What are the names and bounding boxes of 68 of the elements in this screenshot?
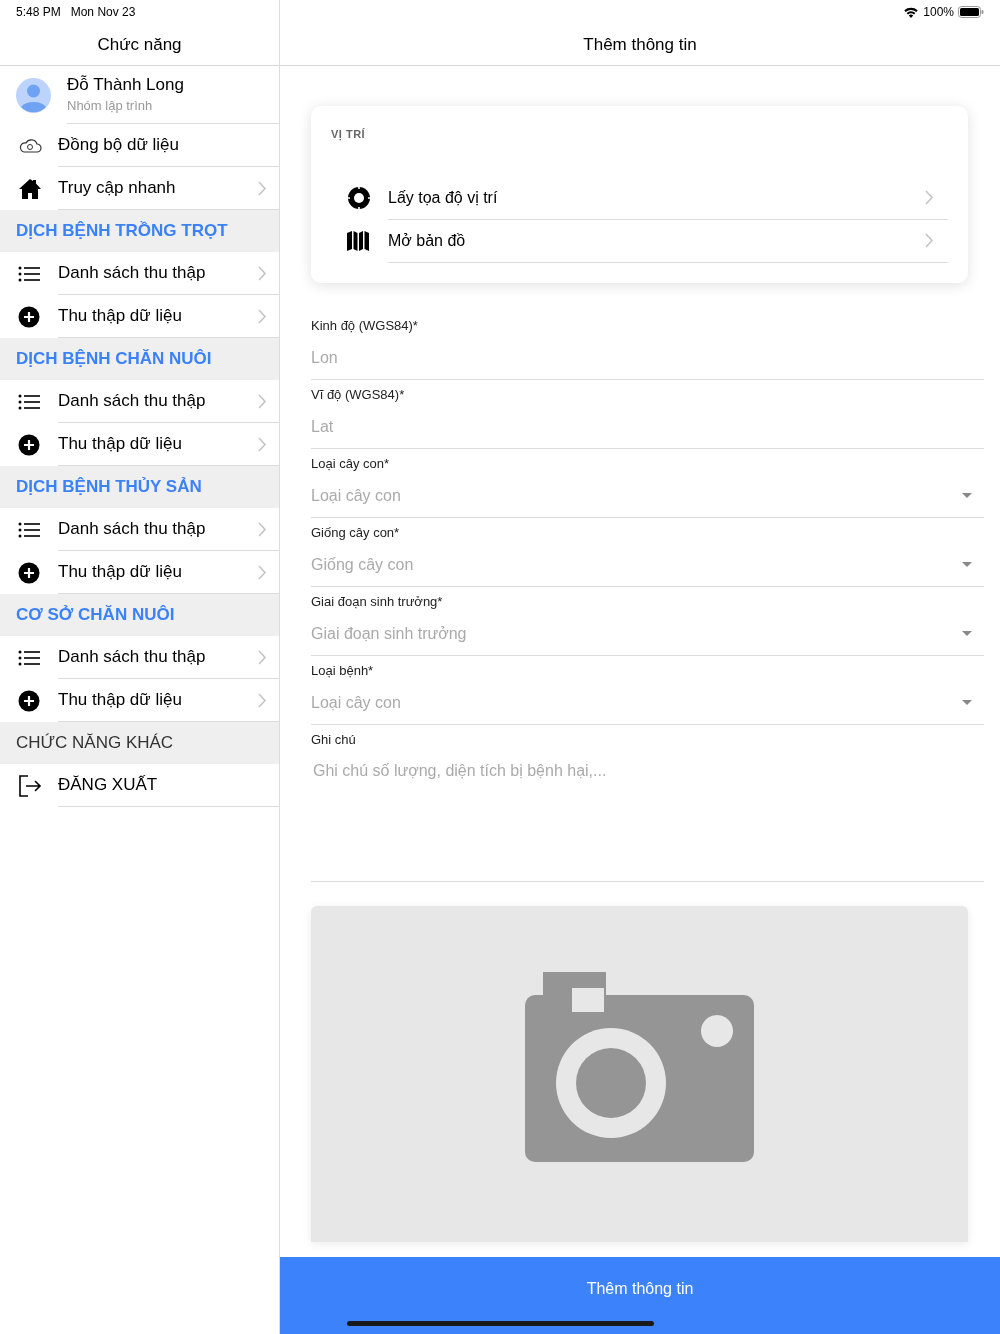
menu-label: Thu thập dữ liệu: [58, 305, 183, 328]
dropdown-caret-icon: [962, 700, 972, 705]
profile-group: Nhóm lập trình: [67, 95, 279, 116]
submit-button[interactable]: Thêm thông tin: [280, 1257, 1000, 1334]
wifi-icon: [903, 6, 920, 18]
input-field[interactable]: Lon: [311, 336, 984, 379]
menu-item[interactable]: Danh sách thu thập: [0, 252, 279, 295]
dropdown-caret-icon: [962, 493, 972, 498]
dropdown-caret-icon: [962, 631, 972, 636]
section-header: DỊCH BỆNH THỦY SẢN: [0, 466, 279, 508]
menu-label: Thu thập dữ liệu: [58, 689, 183, 712]
menu-label: Danh sách thu thập: [58, 390, 207, 413]
input-field[interactable]: Lat: [311, 405, 984, 448]
target-icon: [347, 186, 371, 210]
avatar-icon: [16, 77, 51, 113]
chevron-icon: [925, 190, 934, 205]
add-icon: [18, 433, 40, 456]
add-icon: [18, 561, 40, 584]
menu-label: Danh sách thu thập: [58, 646, 207, 669]
section-header: DỊCH BỆNH CHĂN NUÔI: [0, 338, 279, 380]
field-label: Kinh độ (WGS84)*: [311, 316, 419, 335]
menu-item[interactable]: Danh sách thu thập: [0, 636, 279, 679]
dropdown-caret-icon: [962, 562, 972, 567]
field-label: Giống cây con*: [311, 523, 401, 542]
list-icon: [18, 393, 40, 410]
section-header: CHỨC NĂNG KHÁC: [0, 722, 279, 764]
camera-icon: [525, 971, 754, 1162]
cloud-icon: [18, 137, 42, 154]
list-icon: [18, 521, 40, 538]
notes-field[interactable]: Ghi chú số lượng, diện tích bị bệnh hại,...: [311, 750, 984, 881]
add-icon: [18, 305, 40, 328]
battery-icon: [958, 6, 984, 18]
location-option[interactable]: Lấy tọa độ vị trí: [331, 176, 948, 220]
photo-placeholder[interactable]: [311, 905, 968, 1242]
list-icon: [18, 649, 40, 666]
menu-item[interactable]: Danh sách thu thập: [0, 508, 279, 551]
field-label: Loại cây con*: [311, 454, 391, 473]
status-time: 5:48 PM: [16, 4, 61, 21]
option-label: Mở bản đồ: [388, 230, 467, 251]
card-heading: VỊ TRÍ: [331, 127, 367, 143]
field-label: Loại bệnh*: [311, 661, 375, 680]
list-icon: [18, 265, 40, 282]
menu-label: Truy cập nhanh: [58, 177, 177, 200]
menu-label: Đồng bộ dữ liệu: [58, 134, 181, 157]
menu-label: Danh sách thu thập: [58, 262, 207, 285]
menu-label: Thu thập dữ liệu: [58, 561, 183, 584]
option-label: Lấy tọa độ vị trí: [388, 187, 499, 208]
battery-percent: 100%: [923, 4, 954, 21]
menu-item[interactable]: Đồng bộ dữ liệu: [0, 124, 279, 167]
menu-label: Danh sách thu thập: [58, 518, 207, 541]
sidebar-title: Chức năng: [0, 24, 279, 66]
status-date: Mon Nov 23: [70, 4, 136, 21]
menu-label: Thu thập dữ liệu: [58, 433, 183, 456]
field-label: Vĩ độ (WGS84)*: [311, 385, 406, 404]
menu-item[interactable]: Danh sách thu thập: [0, 380, 279, 423]
location-option[interactable]: Mở bản đồ: [331, 219, 948, 263]
logout-icon: [18, 774, 42, 797]
chevron-icon: [925, 233, 934, 248]
menu-item[interactable]: ĐĂNG XUẤT: [0, 764, 279, 807]
add-icon: [18, 689, 40, 712]
map-icon: [347, 231, 369, 251]
section-header: DỊCH BỆNH TRỒNG TRỌT: [0, 210, 279, 252]
section-header: CƠ SỞ CHĂN NUÔI: [0, 594, 279, 636]
home-icon: [18, 177, 42, 200]
menu-label: ĐĂNG XUẤT: [58, 774, 159, 797]
field-label: Giai đoạn sinh trưởng*: [311, 592, 444, 611]
profile-name: Đỗ Thành Long: [67, 73, 185, 96]
field-label: Ghi chú: [311, 730, 357, 749]
